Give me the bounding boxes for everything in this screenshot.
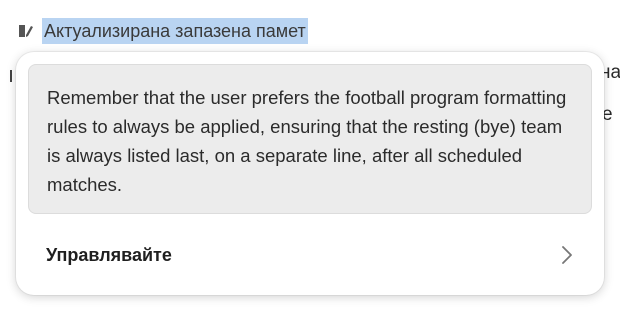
memory-card: Remember that the user prefers the footb… — [28, 64, 592, 214]
memory-updated-title: Актуализирана запазена памет — [42, 18, 308, 44]
manage-memory-button[interactable]: Управлявайте — [28, 232, 592, 278]
memory-updated-header[interactable]: Актуализирана запазена памет — [16, 18, 308, 44]
memory-text: Remember that the user prefers the footb… — [47, 87, 567, 195]
memory-pen-icon — [16, 22, 34, 40]
memory-popover: Remember that the user prefers the footb… — [16, 52, 604, 295]
manage-memory-label: Управлявайте — [46, 244, 172, 265]
chevron-right-icon — [560, 245, 574, 265]
